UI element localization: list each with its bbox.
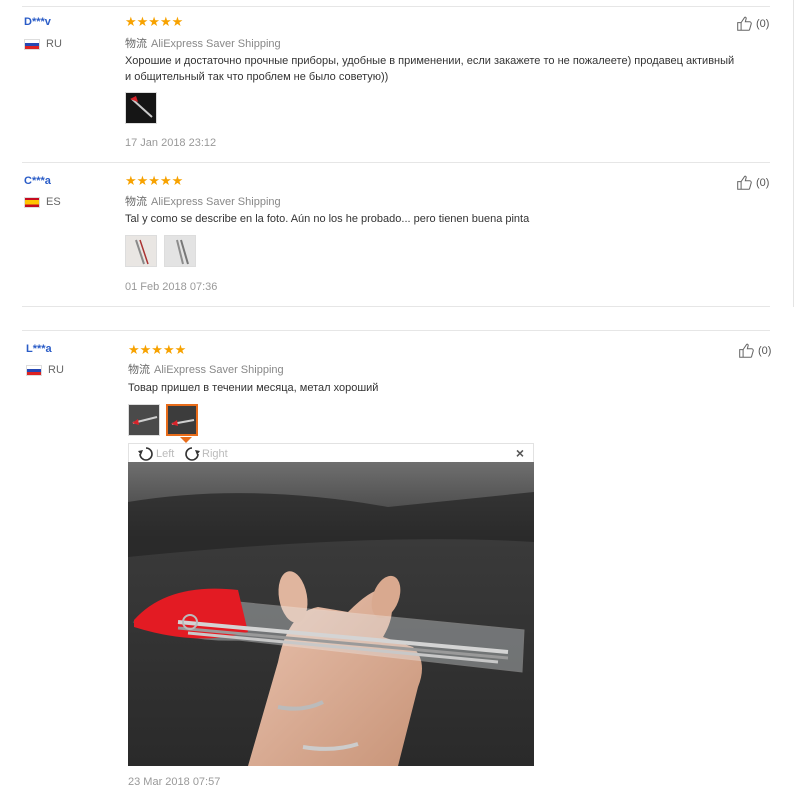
review-photo-thumbnail[interactable] [125,235,157,267]
review-date: 01 Feb 2018 07:36 [125,281,218,293]
helpful-button[interactable]: (0) [736,174,769,191]
review-photo-thumbnail[interactable] [164,235,196,267]
country-code: RU [48,364,64,376]
shipping-method: 物流 AliExpress Saver Shipping [125,35,281,51]
helpful-button[interactable]: (0) [736,15,769,32]
review-photo-thumbnail[interactable] [128,404,160,436]
shipping-label: 物流 [125,196,147,208]
reviewer-name[interactable]: C***a [24,175,51,187]
review-divider [22,162,770,163]
shipping-method: 物流 AliExpress Saver Shipping [128,361,284,377]
review-panel-top [0,0,794,307]
helpful-count: (0) [756,17,770,30]
review-date: 23 Mar 2018 07:57 [128,776,221,788]
rotate-left-icon [138,447,153,461]
reviewer-name[interactable]: L***a [26,343,52,355]
reviewer-country: RU [24,38,62,50]
russia-flag-icon [24,38,40,50]
review-text-line: и общительный так что проблем не было со… [125,71,389,83]
panel-border [793,0,794,307]
shipping-label: 物流 [125,38,147,50]
helpful-count: (0) [756,176,770,189]
rotate-right-icon [185,447,200,461]
reviewer-country: ES [24,196,61,208]
reviewer-name[interactable]: D***v [24,16,51,28]
thumbs-up-icon [739,343,754,358]
thumbs-up-icon [737,16,752,31]
top-divider [22,6,770,7]
helpful-button[interactable]: (0) [738,342,771,359]
review-text-line: Товар пришел в течении месяца, метал хор… [128,382,379,394]
country-code: ES [46,196,61,208]
thumbs-up-icon [737,175,752,190]
review-text: Хорошие и достаточно прочные приборы, уд… [125,53,765,85]
tool-photo-icon [168,406,196,434]
star-rating: ★★★★★ [125,173,184,188]
shipping-name: AliExpress Saver Shipping [151,38,281,50]
review-text-line: Хорошие и достаточно прочные приборы, уд… [125,55,735,67]
tool-photo-icon [165,236,195,266]
star-rating: ★★★★★ [128,342,187,357]
rotate-right-label: Right [202,448,228,460]
review-text: Товар пришел в течении месяца, метал хор… [128,380,768,396]
shipping-method: 物流 AliExpress Saver Shipping [125,193,281,209]
spain-flag-icon [24,196,40,208]
review-divider [22,330,770,331]
review-photo-thumbnail[interactable] [125,92,157,124]
russia-flag-icon [26,364,42,376]
close-viewer-button[interactable]: × [516,445,524,461]
review-date: 17 Jan 2018 23:12 [125,137,217,149]
star-rating: ★★★★★ [125,14,184,29]
shipping-name: AliExpress Saver Shipping [154,364,284,376]
reviewer-country: RU [26,364,64,376]
tool-photo-icon [126,236,156,266]
tool-photo-icon [129,405,159,435]
rotate-left-label: Left [156,448,175,460]
image-viewer-toolbar: Left Right × [128,443,534,463]
rotate-right-button[interactable]: Right [183,446,228,462]
review-divider [22,306,770,307]
shipping-name: AliExpress Saver Shipping [151,196,281,208]
helpful-count: (0) [758,344,772,357]
review-photo-thumbnail-selected[interactable] [166,404,198,436]
shipping-label: 物流 [128,364,150,376]
review-text: Tal y como se describe en la foto. Aún n… [125,211,765,227]
country-code: RU [46,38,62,50]
tool-photo-icon [126,93,156,123]
review-text-line: Tal y como se describe en la foto. Aún n… [125,213,530,225]
enlarged-review-photo [128,462,534,766]
rotate-left-button[interactable]: Left [137,446,174,462]
tool-kit-photo [128,462,534,766]
